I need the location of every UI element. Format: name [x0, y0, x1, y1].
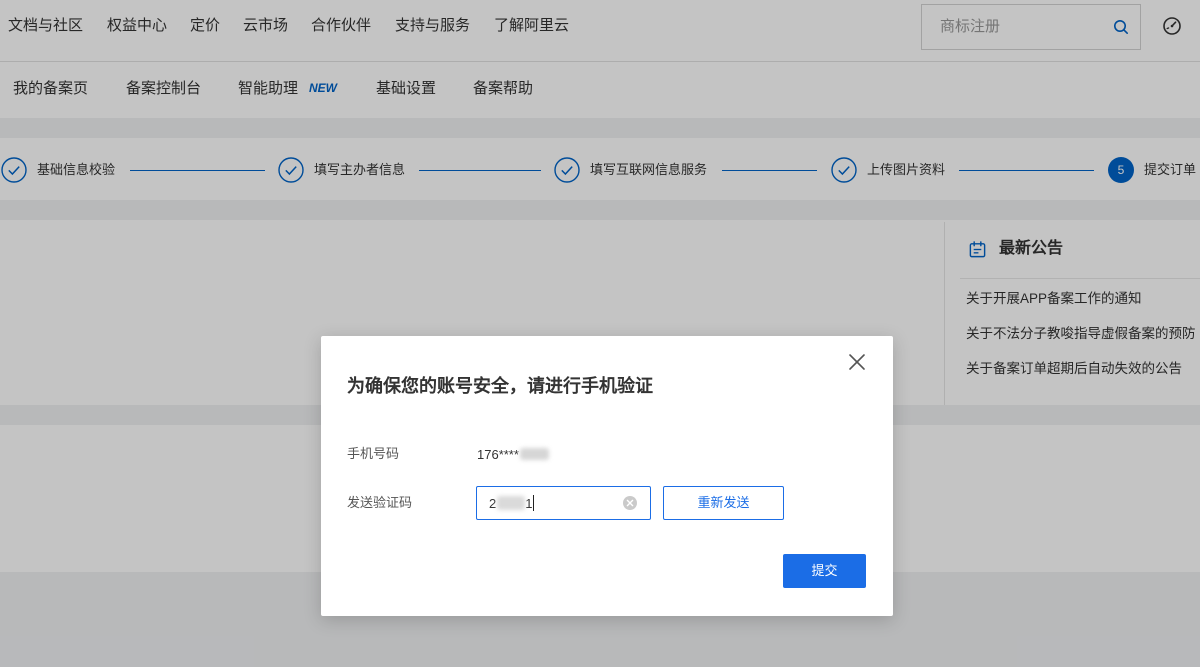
- verification-code-input[interactable]: 2 1: [476, 486, 651, 520]
- close-icon[interactable]: [848, 353, 866, 371]
- phone-label: 手机号码: [347, 446, 400, 461]
- phone-verification-dialog: 为确保您的账号安全，请进行手机验证 手机号码 176**** 发送验证码 2 1…: [321, 336, 893, 616]
- code-text-start: 2: [489, 495, 497, 511]
- dialog-title: 为确保您的账号安全，请进行手机验证: [347, 376, 653, 396]
- resend-code-button[interactable]: 重新发送: [663, 486, 784, 520]
- code-text-end: 1: [525, 495, 533, 511]
- clear-icon[interactable]: [622, 495, 638, 511]
- phone-number: 176****: [477, 445, 549, 463]
- phone-number-masked: 176****: [477, 446, 519, 462]
- submit-button[interactable]: 提交: [783, 554, 866, 588]
- text-caret: [533, 495, 535, 511]
- redacted-block: [519, 448, 549, 460]
- verification-code-label: 发送验证码: [347, 495, 413, 510]
- redacted-block: [497, 496, 526, 510]
